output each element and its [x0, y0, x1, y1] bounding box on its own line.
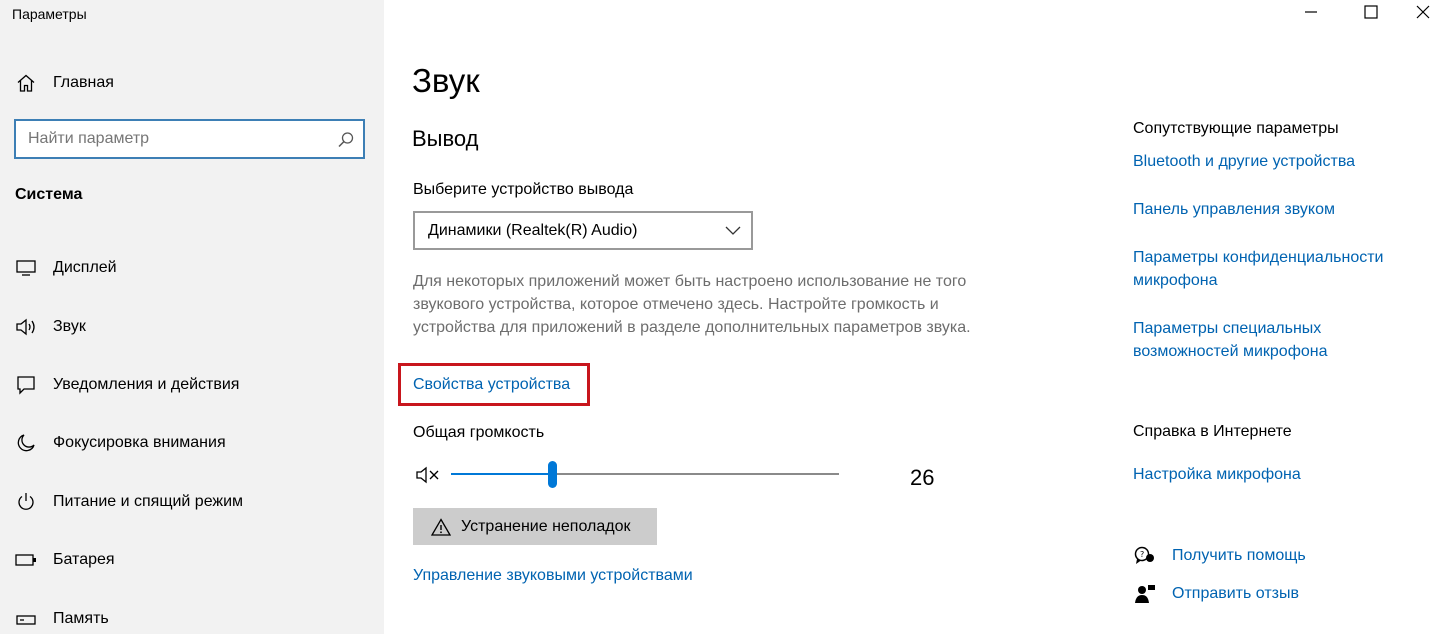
page-title: Звук [412, 62, 480, 99]
troubleshoot-label: Устранение неполадок [461, 517, 631, 535]
get-help-label: Получить помощь [1172, 547, 1306, 564]
notification-icon [15, 374, 37, 396]
sidebar-item-label: Уведомления и действия [53, 376, 240, 393]
sidebar-item-power[interactable]: Питание и спящий режим [15, 490, 243, 514]
sidebar-item-battery[interactable]: Батарея [15, 548, 115, 572]
output-description: Для некоторых приложений может быть наст… [413, 273, 971, 336]
sidebar-item-label: Звук [53, 318, 86, 335]
volume-slider[interactable] [451, 461, 839, 488]
sidebar-item-label: Фокусировка внимания [53, 434, 226, 451]
web-help-heading: Справка в Интернете [1133, 423, 1292, 440]
mic-accessibility-link[interactable]: Параметры специальных возможностей микро… [1133, 317, 1363, 363]
output-heading: Вывод [412, 126, 479, 151]
sidebar-item-notifications[interactable]: Уведомления и действия [15, 373, 239, 397]
sidebar-item-storage[interactable]: Память [15, 607, 109, 631]
feedback-icon [1133, 583, 1157, 605]
maximize-icon [1364, 4, 1378, 24]
mic-privacy-link[interactable]: Параметры конфиденциальности микрофона [1133, 246, 1423, 292]
warning-icon [431, 517, 451, 536]
storage-icon [15, 608, 37, 630]
search-icon[interactable] [337, 131, 355, 149]
speaker-mute-icon[interactable] [415, 464, 441, 486]
nav-home-label: Главная [53, 74, 114, 91]
home-icon [15, 72, 37, 94]
send-feedback-label: Отправить отзыв [1172, 585, 1299, 602]
send-feedback-link[interactable]: Отправить отзыв [1133, 583, 1299, 605]
section-title: Система [15, 186, 83, 203]
close-icon [1416, 5, 1430, 24]
volume-slider-thumb[interactable] [547, 461, 557, 488]
bluetooth-link[interactable]: Bluetooth и другие устройства [1133, 150, 1355, 173]
minimize-button[interactable] [1288, 0, 1334, 28]
sidebar-item-sound[interactable]: Звук [15, 315, 86, 339]
chevron-down-icon [725, 223, 741, 242]
sound-control-panel-link[interactable]: Панель управления звуком [1133, 198, 1335, 221]
sidebar-item-label: Питание и спящий режим [53, 493, 244, 510]
troubleshoot-button[interactable]: Устранение неполадок [413, 508, 657, 545]
volume-value: 26 [910, 465, 935, 490]
output-device-label: Выберите устройство вывода [413, 181, 634, 198]
output-device-value: Динамики (Realtek(R) Audio) [428, 221, 638, 239]
power-icon [15, 491, 37, 513]
sidebar-item-focus[interactable]: Фокусировка внимания [15, 431, 226, 455]
nav-home[interactable]: Главная [15, 71, 114, 95]
search-box[interactable] [14, 119, 365, 159]
sidebar-item-label: Память [53, 610, 109, 627]
mic-setup-link[interactable]: Настройка микрофона [1133, 463, 1301, 486]
close-button[interactable] [1400, 0, 1440, 28]
sidebar-item-label: Батарея [53, 551, 115, 568]
app-title: Параметры [12, 6, 87, 22]
svg-text:?: ? [1140, 550, 1144, 559]
search-input[interactable] [28, 130, 328, 148]
output-device-dropdown[interactable]: Динамики (Realtek(R) Audio) [413, 211, 753, 250]
help-chat-icon: ? [1133, 545, 1157, 567]
sidebar-item-label: Дисплей [53, 259, 117, 276]
sidebar-item-display[interactable]: Дисплей [15, 256, 117, 280]
minimize-icon [1305, 5, 1317, 23]
volume-label: Общая громкость [413, 424, 545, 441]
monitor-icon [15, 257, 37, 279]
speaker-icon [15, 316, 37, 338]
moon-icon [15, 432, 37, 454]
device-properties-link[interactable]: Свойства устройства [413, 376, 570, 394]
battery-icon [15, 549, 37, 571]
manage-devices-link[interactable]: Управление звуковыми устройствами [413, 567, 693, 585]
volume-slider-fill [451, 473, 552, 475]
volume-row: 26 [413, 460, 953, 490]
get-help-link[interactable]: ? Получить помощь [1133, 545, 1306, 567]
maximize-button[interactable] [1348, 0, 1394, 28]
sidebar: Параметры Главная Система Дисплей Звук У… [0, 0, 384, 634]
related-settings-heading: Сопутствующие параметры [1133, 120, 1339, 137]
